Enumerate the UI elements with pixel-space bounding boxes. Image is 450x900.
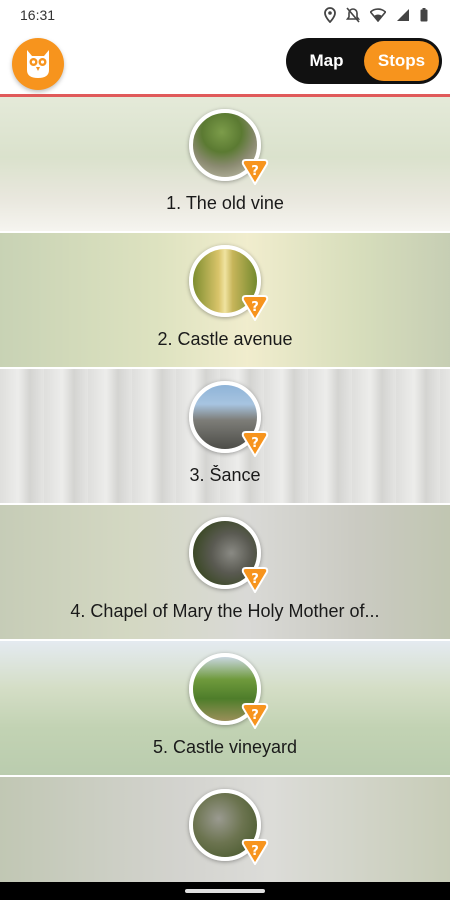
- battery-icon: [420, 8, 428, 22]
- app-bar: Map Stops: [0, 30, 450, 94]
- question-icon: ?: [241, 703, 269, 729]
- stop-title: 1. The old vine: [166, 193, 284, 213]
- stop-item[interactable]: ? 5. Castle vineyard: [0, 641, 450, 777]
- svg-text:?: ?: [251, 300, 259, 315]
- stop-title: 2. Castle avenue: [157, 329, 293, 349]
- stop-item[interactable]: ? 2. Castle avenue: [0, 233, 450, 369]
- status-bar: 16:31: [0, 0, 450, 30]
- question-icon: ?: [241, 159, 269, 185]
- question-icon: ?: [241, 295, 269, 321]
- notifications-off-icon: [346, 7, 360, 23]
- svg-text:?: ?: [251, 436, 259, 451]
- question-icon: ?: [241, 431, 269, 457]
- stop-item[interactable]: ? 3. Šance: [0, 369, 450, 505]
- question-icon: ?: [241, 839, 269, 865]
- svg-text:?: ?: [251, 708, 259, 723]
- stop-item[interactable]: ? 1. The old vine: [0, 97, 450, 233]
- svg-text:?: ?: [251, 572, 259, 587]
- signal-icon: [397, 9, 409, 21]
- stops-list[interactable]: ? 1. The old vine ? 2. Castle avenue ? 3…: [0, 97, 450, 882]
- stop-item[interactable]: ? 4. Chapel of Mary the Holy Mother of..…: [0, 505, 450, 641]
- stop-title: 5. Castle vineyard: [152, 737, 298, 757]
- view-toggle: Map Stops: [286, 38, 442, 84]
- home-gesture-handle[interactable]: [185, 889, 265, 893]
- stop-title: 4. Chapel of Mary the Holy Mother of...: [70, 601, 380, 621]
- location-icon: [324, 7, 336, 23]
- app-logo[interactable]: [12, 38, 64, 90]
- stops-toggle-button[interactable]: Stops: [364, 41, 439, 81]
- map-toggle-button[interactable]: Map: [289, 41, 364, 81]
- svg-text:?: ?: [251, 164, 259, 179]
- system-nav-bar: [0, 882, 450, 900]
- wifi-icon: [370, 8, 386, 22]
- owl-logo-icon: [27, 50, 49, 78]
- stop-title: 3. Šance: [189, 465, 261, 485]
- stop-item[interactable]: ?: [0, 777, 450, 882]
- status-time: 16:31: [20, 7, 56, 23]
- question-icon: ?: [241, 567, 269, 593]
- status-icons: [324, 7, 428, 23]
- svg-text:?: ?: [251, 844, 259, 859]
